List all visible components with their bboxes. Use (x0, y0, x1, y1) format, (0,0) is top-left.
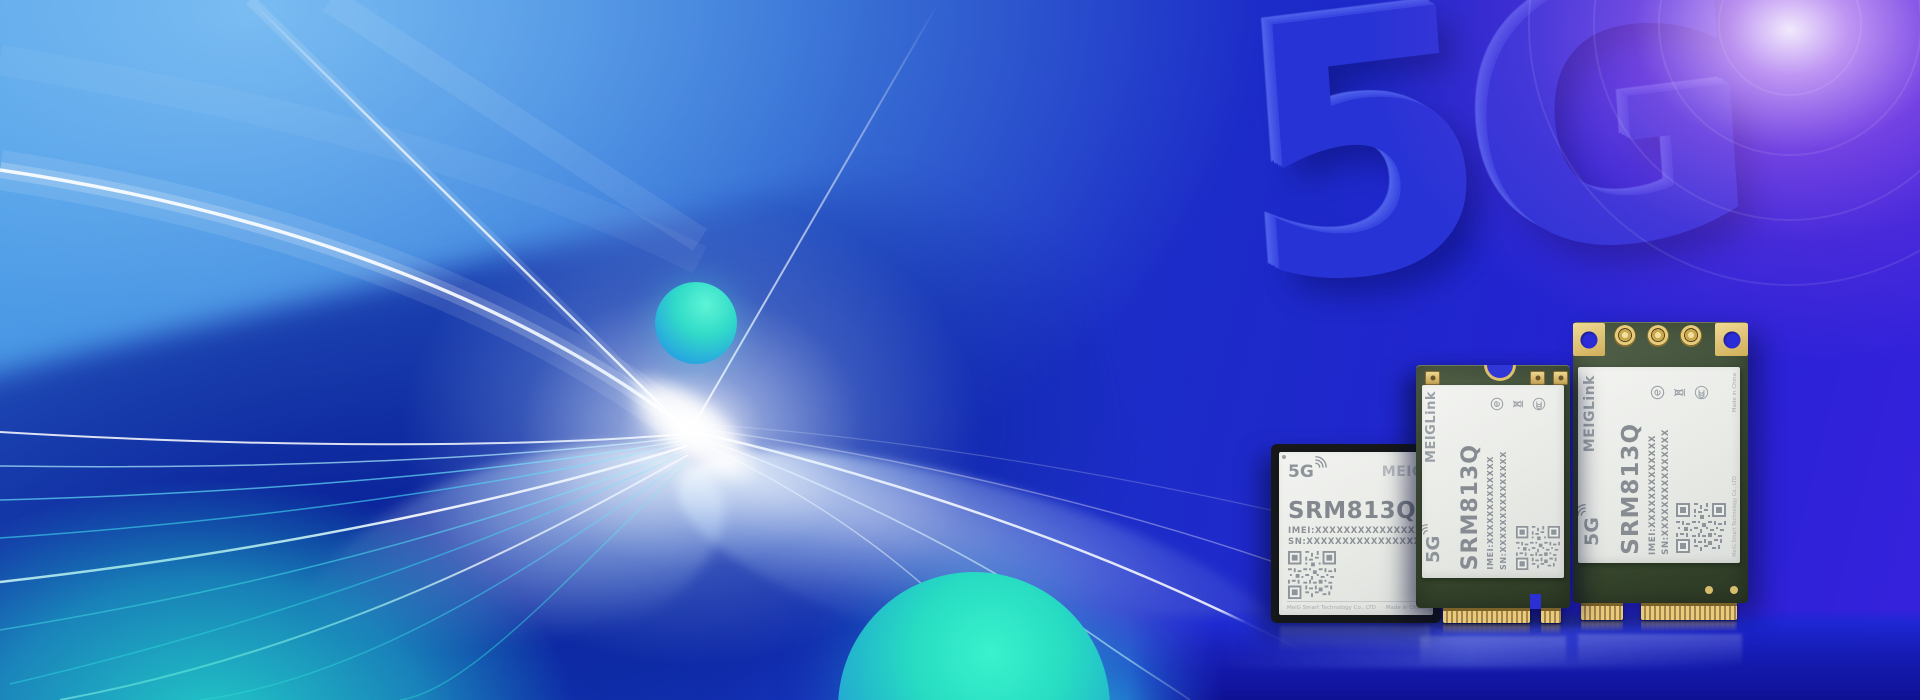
brand-logo: MEIGLink (1582, 375, 1598, 452)
antenna-connector (1680, 325, 1702, 347)
connector-reflection (1443, 624, 1530, 635)
antenna-pad (1530, 371, 1545, 385)
teal-sphere-small (655, 282, 737, 364)
made-in-text: Made in China (1732, 373, 1738, 412)
module-m2-label: MEIGLink SRM813Q IMEI:XXXXXXXXXXXXX SN:X… (1422, 385, 1564, 578)
module-minipcie-label: MEIGLink Made in China SRM813Q IMEI:XXXX… (1578, 367, 1740, 563)
brand-logo: MEIGLink (1424, 391, 1439, 463)
mount-pad (1715, 323, 1748, 356)
sn-text: SN:XXXXXXXXXXXXXXX (1661, 429, 1671, 555)
signal-waves-icon (1578, 503, 1586, 516)
teal-glow-bottom-left (0, 470, 590, 700)
e-mark-icon (1650, 385, 1665, 400)
weee-bin-icon (1511, 397, 1525, 411)
company-text: MeiG Smart Technology Co., LTD (1732, 476, 1738, 557)
model-number: SRM813Q (1458, 444, 1483, 570)
antenna-connector (1647, 325, 1669, 347)
screw-notch (1484, 365, 1516, 381)
hero-banner: 5G (0, 0, 1920, 700)
test-pad (1705, 586, 1713, 594)
module-lga-label: 5G MEIGLink SRM813Q IMEI:XXXXXXXXXXXXXXX… (1279, 452, 1433, 615)
edge-connector (1443, 608, 1530, 623)
reflection (1578, 634, 1742, 672)
module-m2: MEIGLink SRM813Q IMEI:XXXXXXXXXXXXX SN:X… (1416, 365, 1570, 608)
qr-code (1676, 503, 1726, 553)
sn-text: SN:XXXXXXXXXXXXXXX (1499, 451, 1508, 570)
connector-reflection (1541, 624, 1561, 635)
mount-hole (1723, 331, 1740, 348)
5g-badge: 5G (1581, 502, 1611, 546)
imei-text: IMEI:XXXXXXXXXXXXXXX (1288, 526, 1422, 536)
connector-reflection (1581, 621, 1623, 632)
key-slot (1530, 594, 1541, 609)
pin1-dot (1282, 455, 1286, 459)
signal-waves-icon (1422, 523, 1428, 535)
model-number: SRM813Q (1618, 423, 1644, 555)
connector-reflection (1641, 621, 1737, 632)
edge-connector (1641, 603, 1737, 620)
mount-pad (1573, 323, 1605, 356)
antenna-pad (1425, 371, 1440, 385)
reflection (1420, 636, 1566, 672)
weee-bin-icon (1672, 385, 1687, 400)
company-text: MeiG Smart Technology Co., LTD (1287, 605, 1376, 611)
sn-text: SN:XXXXXXXXXXXXXXXXX (1288, 537, 1428, 547)
edge-connector (1541, 608, 1561, 623)
cert-icons (1650, 385, 1709, 400)
e-mark-icon (1490, 397, 1504, 411)
test-pad (1730, 586, 1738, 594)
label-footer: MeiG Smart Technology Co., LTD Made in C… (1287, 601, 1425, 611)
mount-hole (1581, 331, 1598, 348)
antenna-pad (1553, 371, 1568, 385)
imei-text: IMEI:XXXXXXXXXXXXX (1648, 435, 1658, 555)
ccc-icon (1694, 385, 1709, 400)
model-number: SRM813Q (1288, 498, 1416, 524)
module-minipcie: MEIGLink Made in China SRM813Q IMEI:XXXX… (1573, 322, 1748, 603)
antenna-connector (1614, 325, 1636, 347)
qr-code (1288, 551, 1336, 599)
ccc-icon (1532, 397, 1546, 411)
imei-text: IMEI:XXXXXXXXXXXXX (1486, 456, 1495, 570)
edge-connector (1581, 603, 1623, 620)
5g-badge: 5G (1288, 462, 1314, 482)
reflection (1280, 626, 1430, 656)
cert-icons (1490, 397, 1546, 411)
qr-code (1516, 526, 1560, 570)
signal-waves-icon (1315, 455, 1328, 468)
5g-badge: 5G (1423, 519, 1453, 563)
